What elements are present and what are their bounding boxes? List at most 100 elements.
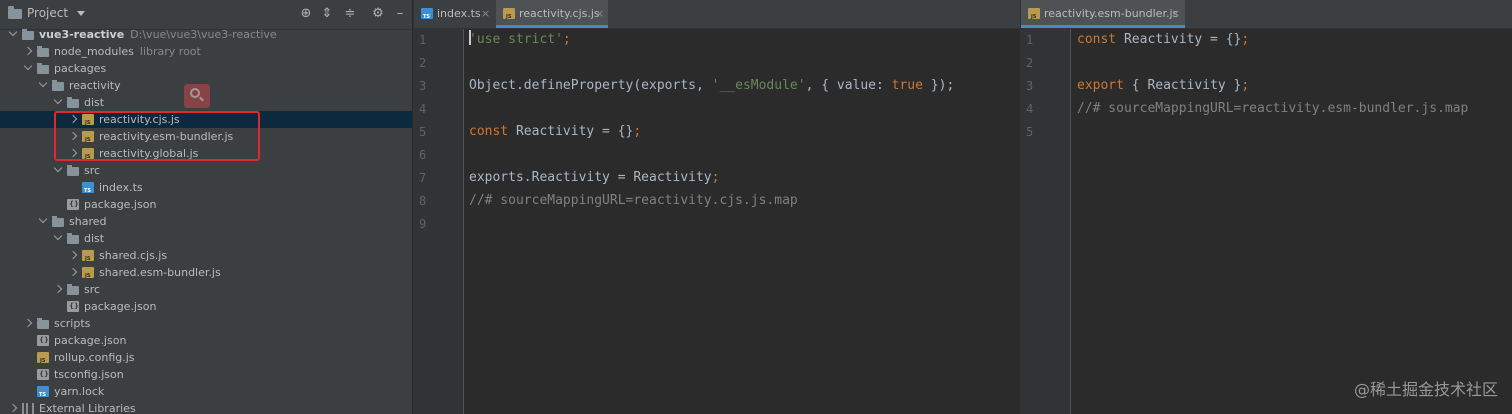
json-file-icon — [67, 199, 79, 210]
tree-item[interactable]: src — [0, 281, 412, 298]
tree-item[interactable]: node_modules library root — [0, 43, 412, 60]
chevron-down-icon[interactable] — [53, 230, 63, 247]
project-folder-icon — [8, 6, 22, 19]
tree-item[interactable]: tsconfig.json — [0, 366, 412, 383]
tree-item[interactable]: package.json — [0, 196, 412, 213]
tree-item-label: package.json — [54, 334, 127, 347]
json-file-icon — [37, 369, 49, 380]
line-number: 4 — [419, 102, 427, 116]
tree-item-hint: library root — [139, 45, 201, 58]
chevron-right-icon[interactable] — [23, 43, 33, 60]
line-number-gutter: 1 2 3 4 5 — [1021, 29, 1071, 414]
chevron-down-icon[interactable] — [23, 60, 33, 77]
highlight-box — [54, 111, 260, 161]
tree-item[interactable]: packages — [0, 60, 412, 77]
folder-icon — [67, 284, 79, 295]
tree-item[interactable]: package.json — [0, 298, 412, 315]
chevron-down-icon[interactable] — [8, 26, 18, 43]
tree-item[interactable]: shared — [0, 213, 412, 230]
folder-icon — [37, 46, 49, 57]
tree-item-label: index.ts — [99, 181, 143, 194]
tree-item-label: shared.cjs.js — [99, 249, 168, 262]
code-line: Object.defineProperty(exports, '__esModu… — [469, 74, 954, 97]
tree-item[interactable]: scripts — [0, 315, 412, 332]
code-token: { Reactivity } — [1131, 78, 1242, 93]
tree-item[interactable]: vue3-reactive D:\vue\vue3\vue3-reactive — [0, 26, 412, 43]
tree-item[interactable]: shared.esm-bundler.js — [0, 264, 412, 281]
tree-item[interactable]: shared.cjs.js — [0, 247, 412, 264]
line-number: 7 — [419, 171, 427, 185]
code-token: exports.Reactivity = Reactivity — [469, 170, 712, 185]
line-number: 5 — [1026, 125, 1034, 139]
code-token: export — [1077, 78, 1132, 93]
gear-icon[interactable]: ⚙ — [371, 7, 385, 21]
chevron-down-icon[interactable] — [53, 162, 63, 179]
tree-item-label: node_modules library root — [54, 45, 201, 58]
tree-item-label: package.json — [84, 300, 157, 313]
code-line: 'use strict'; — [469, 28, 954, 51]
folder-icon — [67, 233, 79, 244]
watermark: @稀土掘金技术社区 — [1353, 380, 1498, 399]
code-token: 'use strict' — [469, 32, 563, 47]
code-token: }); — [922, 78, 955, 93]
typescript-file-icon — [82, 182, 94, 194]
collapse-all-icon[interactable]: ≑ — [343, 7, 357, 21]
chevron-right-icon[interactable] — [53, 281, 63, 298]
code-token: ; — [711, 170, 720, 185]
line-number: 2 — [419, 56, 427, 70]
chevron-right-icon[interactable] — [8, 400, 18, 414]
tree-item[interactable]: index.ts — [0, 179, 412, 196]
folder-icon — [52, 216, 64, 227]
javascript-file-icon — [37, 352, 49, 364]
chevron-right-icon[interactable] — [23, 315, 33, 332]
minimize-icon[interactable]: – — [393, 7, 407, 21]
tree-item-label: package.json — [84, 198, 157, 211]
code-line: //# sourceMappingURL=reactivity.cjs.js.m… — [469, 189, 954, 212]
tree-item-label: src — [84, 283, 101, 296]
javascript-file-icon — [503, 8, 515, 20]
chevron-right-icon[interactable] — [68, 247, 78, 264]
chevron-down-icon[interactable] — [38, 77, 48, 94]
code-line: const Reactivity = {}; — [469, 120, 954, 143]
tree-item-label: dist — [84, 232, 105, 245]
tree-item[interactable]: yarn.lock — [0, 383, 412, 400]
line-number: 1 — [419, 33, 427, 47]
close-icon[interactable]: × — [1171, 0, 1180, 28]
typescript-file-icon — [37, 386, 49, 398]
code-token: ; — [1241, 32, 1250, 47]
code-token: ; — [562, 32, 571, 47]
project-panel: Project ⊕ ⇕ ≑ ⚙ – vue3-reactive D:\vue\vu… — [0, 0, 412, 414]
code-editor[interactable]: 'use strict'; Object.defineProperty(expo… — [469, 28, 954, 235]
search-icon[interactable] — [184, 84, 210, 108]
chevron-down-icon[interactable] — [77, 10, 86, 16]
chevron-right-icon[interactable] — [68, 264, 78, 281]
tab-reactivity-cjs-js[interactable]: reactivity.cjs.js × — [496, 0, 608, 28]
tab-index-ts[interactable]: index.ts × — [414, 0, 495, 28]
chevron-down-icon[interactable] — [53, 94, 63, 111]
tree-item-label: shared — [69, 215, 107, 228]
folder-icon — [67, 97, 79, 108]
tree-item[interactable]: External Libraries — [0, 400, 412, 414]
project-panel-title: Project — [27, 6, 69, 20]
chevron-down-icon[interactable] — [38, 213, 48, 230]
tab-reactivity-esm-bundler-js[interactable]: reactivity.esm-bundler.js × — [1021, 0, 1185, 28]
close-icon[interactable]: × — [595, 0, 604, 28]
project-view-selector[interactable]: Project — [8, 6, 86, 20]
tree-item-label: yarn.lock — [54, 385, 105, 398]
tree-item[interactable]: src — [0, 162, 412, 179]
code-editor[interactable]: const Reactivity = {}; export { Reactivi… — [1077, 28, 1468, 143]
close-icon[interactable]: × — [481, 0, 490, 28]
code-token: Reactivity = {} — [1123, 32, 1242, 47]
folder-icon — [22, 29, 34, 40]
tree-item-label: External Libraries — [39, 402, 136, 414]
tree-item[interactable]: rollup.config.js — [0, 349, 412, 366]
tree-item[interactable]: dist — [0, 230, 412, 247]
typescript-file-icon — [421, 8, 433, 20]
expand-all-icon[interactable]: ⇕ — [320, 7, 334, 21]
tree-item-label: tsconfig.json — [54, 368, 124, 381]
tree-item-label: shared.esm-bundler.js — [99, 266, 221, 279]
line-number: 3 — [419, 79, 427, 93]
tree-item[interactable]: package.json — [0, 332, 412, 349]
target-icon[interactable]: ⊕ — [299, 7, 313, 21]
